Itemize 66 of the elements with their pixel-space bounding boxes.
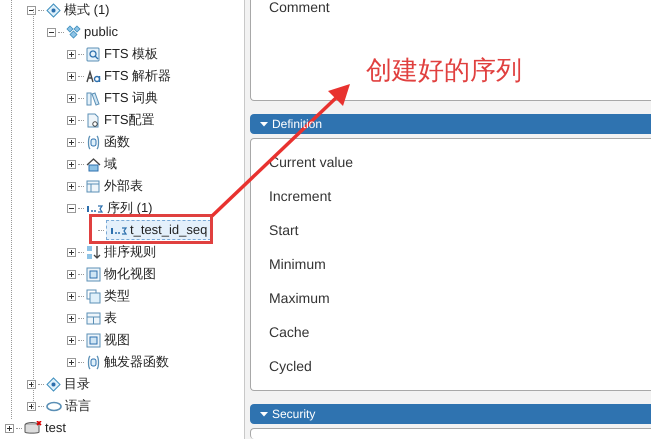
- field-label: Cache: [269, 322, 310, 342]
- table-icon: [86, 178, 101, 194]
- expand-icon[interactable]: [67, 292, 76, 300]
- annotation-text: 创建好的序列: [366, 55, 522, 88]
- squares-icon: [86, 288, 101, 304]
- tree-item[interactable]: 排序规则: [104, 242, 156, 262]
- tree-item[interactable]: 类型: [104, 286, 130, 306]
- field-label: Cycled: [269, 356, 312, 376]
- sort-icon: [86, 244, 101, 260]
- expand-icon[interactable]: [67, 94, 76, 102]
- expand-icon[interactable]: [67, 116, 76, 124]
- function-icon: [86, 134, 101, 150]
- expand-icon[interactable]: [67, 72, 76, 80]
- framed-square-icon: [86, 266, 101, 282]
- tree-item[interactable]: FTS 词典: [104, 88, 158, 108]
- tree-item[interactable]: FTS 解析器: [104, 66, 172, 86]
- document-gear-icon: [86, 112, 101, 128]
- section-header[interactable]: Security: [250, 404, 651, 424]
- field-label: Start: [269, 220, 299, 240]
- expand-icon[interactable]: [67, 248, 76, 256]
- expand-icon[interactable]: [67, 160, 76, 168]
- expand-icon[interactable]: [67, 182, 76, 190]
- diamond-icon: [46, 376, 61, 392]
- tree-item[interactable]: 模式 (1): [64, 0, 110, 20]
- tree-item[interactable]: 函数: [104, 132, 130, 152]
- table-icon: [86, 310, 101, 326]
- expand-icon[interactable]: [27, 380, 36, 388]
- letters-icon: [86, 68, 101, 84]
- tree-item[interactable]: 外部表: [104, 176, 143, 196]
- tree-item[interactable]: 序列 (1): [107, 198, 152, 218]
- ring-icon: [46, 398, 62, 414]
- tree-item[interactable]: test: [45, 418, 66, 438]
- expand-icon[interactable]: [67, 314, 76, 322]
- expand-icon[interactable]: [67, 270, 76, 278]
- expand-icon[interactable]: [67, 336, 76, 344]
- expand-icon[interactable]: [27, 402, 36, 410]
- tree-item[interactable]: t_test_id_seq: [106, 220, 212, 240]
- house-icon: [86, 156, 101, 172]
- books-icon: [86, 90, 101, 106]
- expand-icon[interactable]: [5, 424, 14, 432]
- field-label: Maximum: [269, 288, 330, 308]
- expand-icon[interactable]: [67, 138, 76, 146]
- tree-item[interactable]: 语言: [65, 396, 91, 416]
- tree-item[interactable]: FTS 模板: [104, 44, 158, 64]
- field-label: Minimum: [269, 254, 326, 274]
- tree-item[interactable]: 视图: [104, 330, 130, 350]
- tree-item[interactable]: 触发器函数: [104, 352, 169, 372]
- field-label: Increment: [269, 186, 332, 206]
- function-icon: [86, 354, 101, 370]
- framed-square-icon: [86, 332, 101, 348]
- collapse-icon[interactable]: [67, 204, 76, 212]
- tree-item[interactable]: FTS配置: [104, 110, 155, 130]
- expand-icon[interactable]: [67, 358, 76, 366]
- tree-item[interactable]: 目录: [64, 374, 90, 394]
- database-icon: [24, 420, 42, 436]
- field-label: Comment: [269, 0, 331, 14]
- diamonds-icon: [66, 24, 81, 40]
- collapse-icon[interactable]: [47, 28, 56, 36]
- collapse-icon[interactable]: [27, 6, 36, 14]
- tree-item[interactable]: public: [84, 22, 118, 42]
- tree-item[interactable]: 物化视图: [104, 264, 156, 284]
- document-search-icon: [86, 46, 101, 62]
- tree-item[interactable]: 域: [104, 154, 117, 174]
- expand-icon[interactable]: [67, 50, 76, 58]
- diamond-icon: [46, 2, 61, 18]
- tree-item[interactable]: 表: [104, 308, 117, 328]
